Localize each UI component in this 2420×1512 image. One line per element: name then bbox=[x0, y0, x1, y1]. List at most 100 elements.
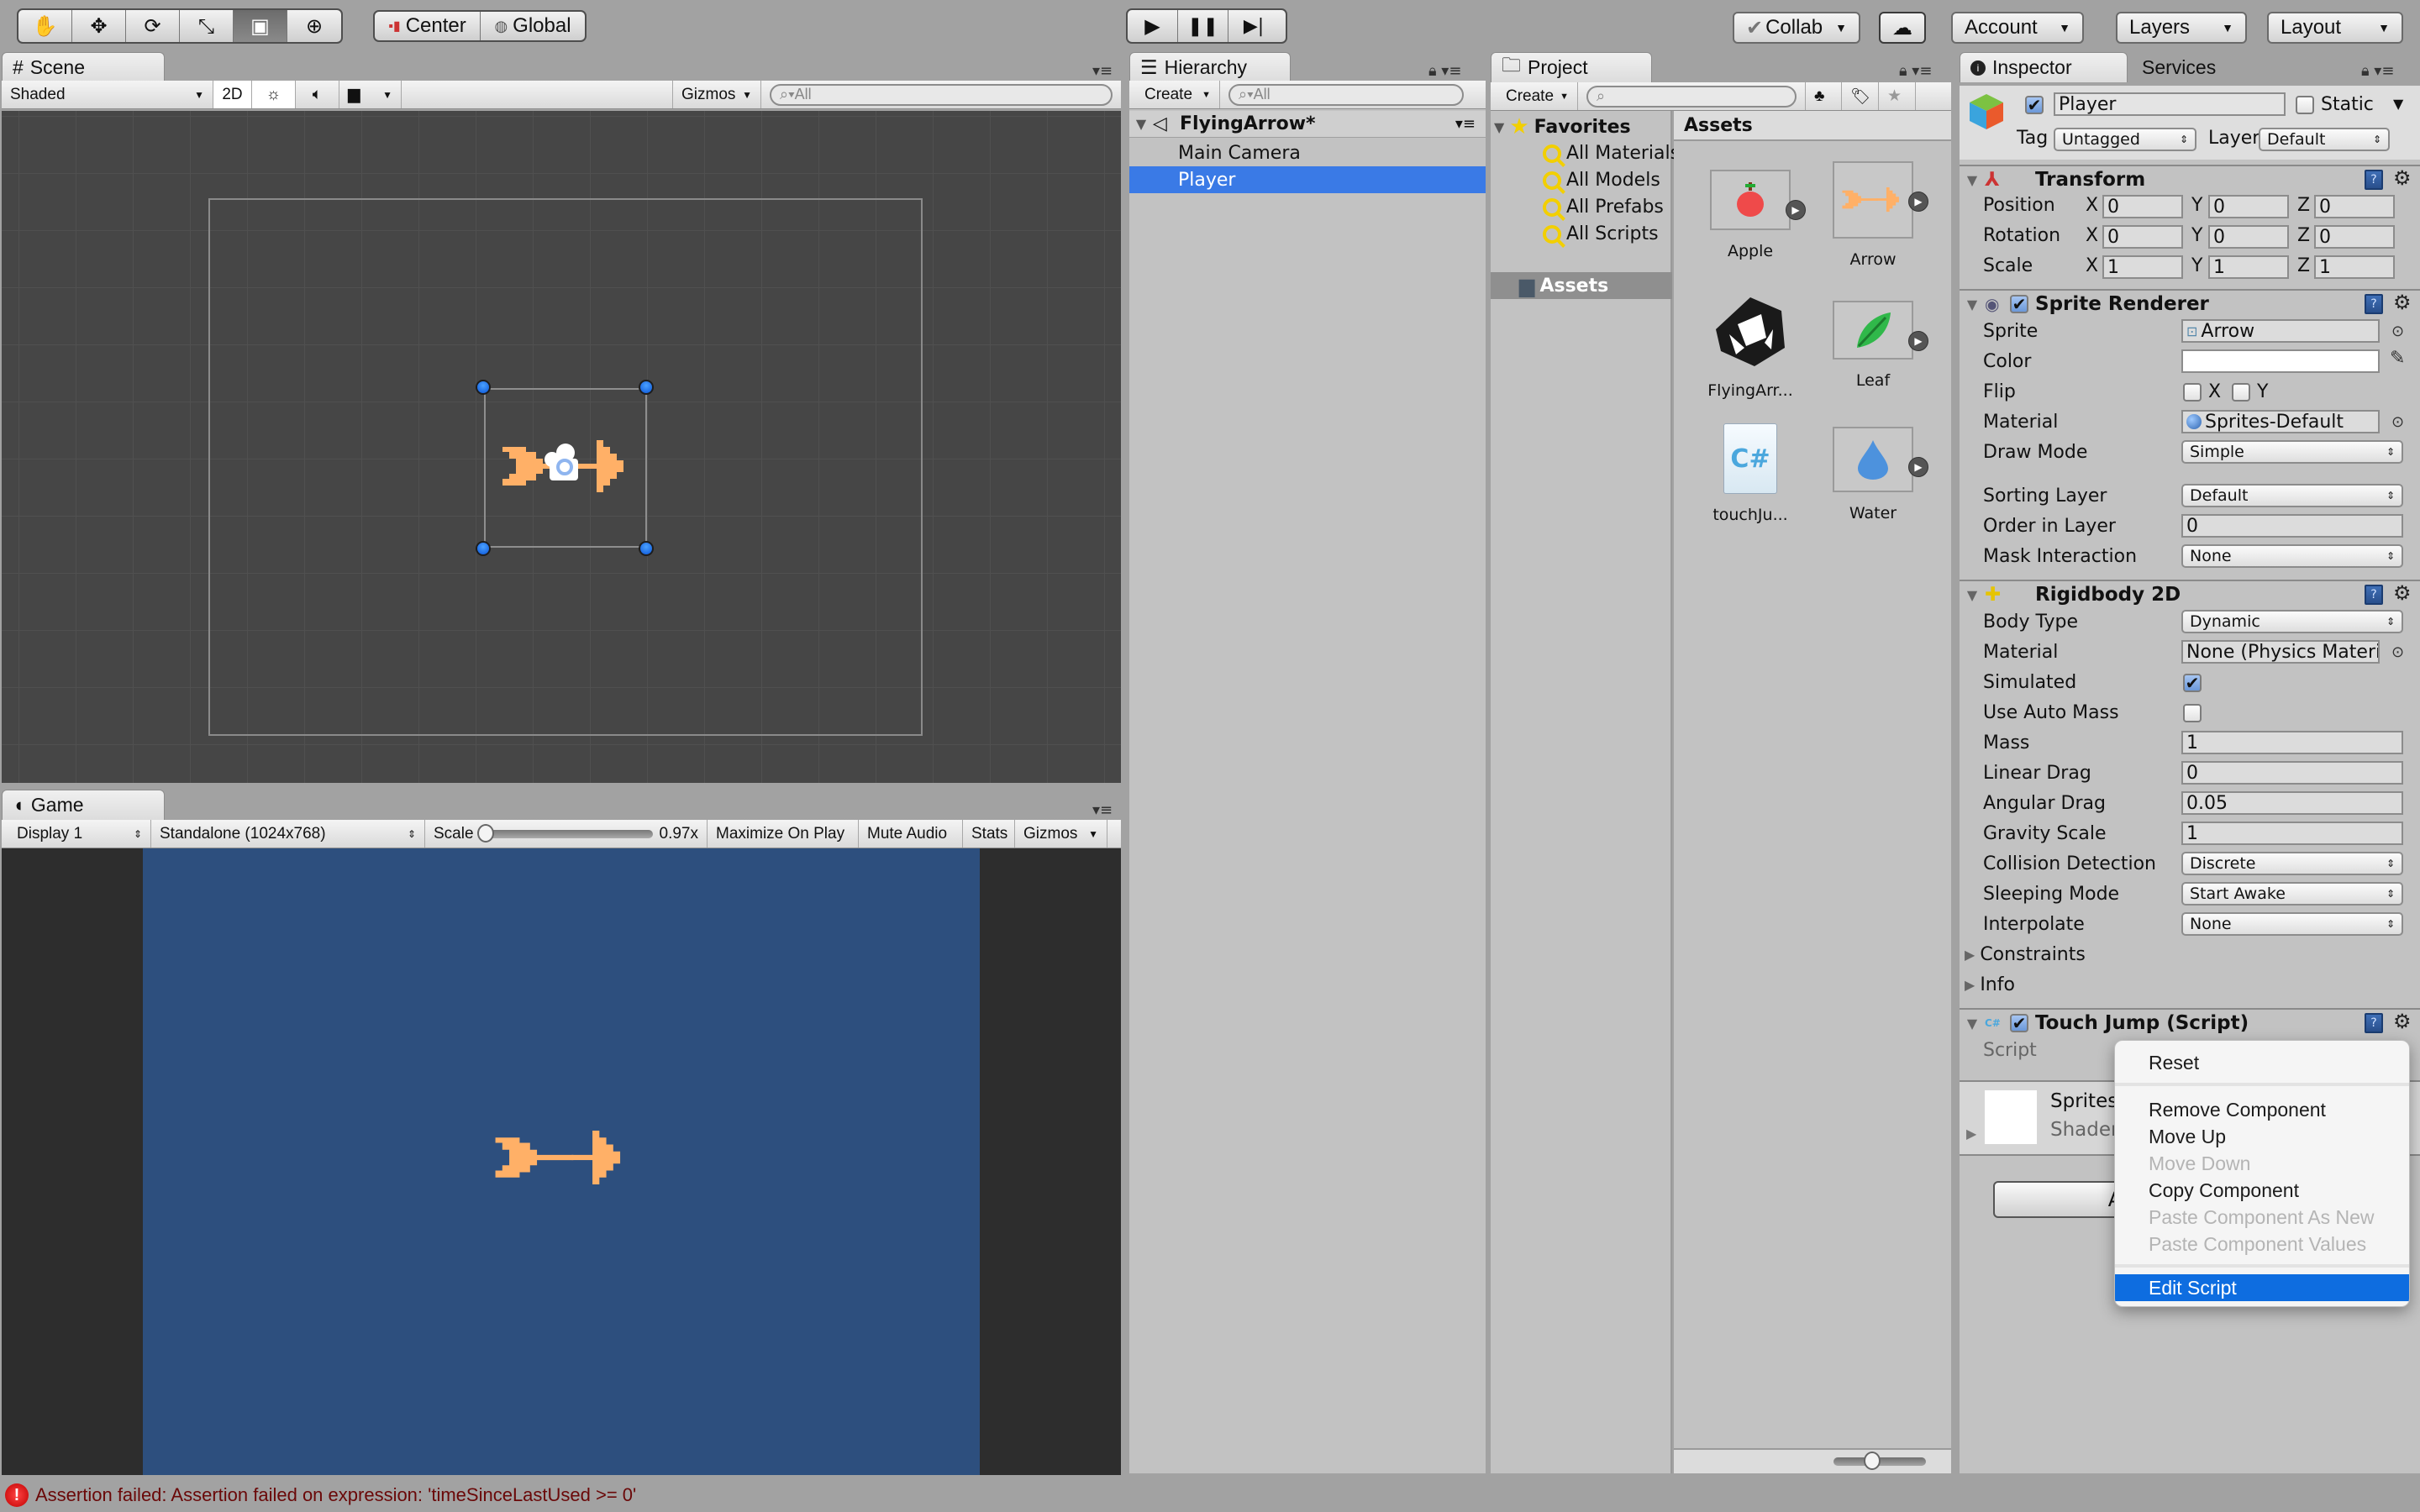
rect-tool-button[interactable]: ▣ bbox=[234, 10, 287, 42]
effects-dropdown[interactable]: ▆ ▼ bbox=[339, 81, 402, 108]
game-viewport[interactable] bbox=[2, 848, 1121, 1475]
help-icon[interactable]: ? bbox=[2365, 1013, 2383, 1033]
favorite-button[interactable]: ★ bbox=[1879, 82, 1916, 110]
tag-dropdown[interactable]: Untagged ⇕ bbox=[2054, 128, 2196, 151]
cloud-button[interactable]: ☁ bbox=[1879, 12, 1926, 44]
tab-game[interactable]: ◖ Game bbox=[2, 790, 165, 820]
filter-type-button[interactable]: ♣ bbox=[1805, 82, 1842, 110]
pivot-center-button[interactable]: ▪▮ Center bbox=[375, 12, 481, 40]
maximize-on-play-toggle[interactable]: Maximize On Play bbox=[708, 820, 859, 848]
gear-icon[interactable]: ⚙ bbox=[2393, 1010, 2412, 1033]
active-checkbox[interactable]: ✔ bbox=[2025, 95, 2044, 115]
color-field[interactable] bbox=[2181, 349, 2380, 373]
help-icon[interactable]: ? bbox=[2365, 585, 2383, 605]
2d-toggle[interactable]: 2D bbox=[213, 81, 252, 108]
object-name-input[interactable]: Player bbox=[2054, 92, 2286, 116]
audio-toggle[interactable]: 🔈︎ bbox=[296, 81, 339, 108]
tab-inspector[interactable]: i Inspector bbox=[1960, 52, 2128, 82]
mute-audio-toggle[interactable]: Mute Audio bbox=[859, 820, 963, 848]
rotation-x-input[interactable]: 0 bbox=[2102, 225, 2183, 249]
collision-detection-dropdown[interactable]: Discrete ⇕ bbox=[2181, 852, 2403, 875]
scene-menu-icon[interactable]: ▾≡ bbox=[1455, 115, 1476, 133]
sprite-renderer-enabled-checkbox[interactable]: ✔ bbox=[2010, 294, 2028, 314]
panel-menu-icon[interactable]: ▾≡ bbox=[1092, 62, 1113, 80]
scene-root[interactable]: ▼ ◁ FlyingArrow* ▾≡ bbox=[1129, 111, 1486, 138]
resize-handle[interactable] bbox=[476, 380, 491, 395]
resize-handle[interactable] bbox=[639, 541, 654, 556]
expand-triangle-icon[interactable]: ▼ bbox=[1960, 172, 1985, 188]
rotate-tool-button[interactable]: ⟳ bbox=[126, 10, 180, 42]
static-checkbox[interactable] bbox=[2296, 96, 2314, 114]
scale-x-input[interactable]: 1 bbox=[2102, 255, 2183, 279]
lock-icon[interactable]: 🔒︎ ▾≡ bbox=[1899, 62, 1932, 80]
info-foldout[interactable]: ▶ Info bbox=[1965, 974, 2015, 995]
panel-menu-icon[interactable]: ▾≡ bbox=[1092, 801, 1113, 819]
position-z-input[interactable]: 0 bbox=[2314, 195, 2395, 218]
rigidbody-header[interactable]: ▼ ✚ Rigidbody 2D bbox=[1960, 580, 2420, 608]
shading-mode-dropdown[interactable]: Shaded ▼ bbox=[2, 81, 213, 108]
transform-header[interactable]: ▼ ⅄ Transform bbox=[1960, 165, 2420, 193]
physics-material-field[interactable]: None (Physics Materia bbox=[2181, 640, 2380, 664]
favorite-item[interactable]: All Materials bbox=[1543, 143, 1680, 164]
angular-drag-input[interactable]: 0.05 bbox=[2181, 791, 2403, 815]
flip-y-checkbox[interactable] bbox=[2232, 383, 2250, 402]
play-button[interactable]: ▶ bbox=[1128, 10, 1178, 42]
tab-hierarchy[interactable]: ☰ Hierarchy bbox=[1129, 52, 1291, 82]
project-search-input[interactable]: ⌕ bbox=[1586, 85, 1797, 108]
script-enabled-checkbox[interactable]: ✔ bbox=[2010, 1013, 2028, 1033]
script-component-header[interactable]: ▼ C# ✔ Touch Jump (Script) bbox=[1960, 1008, 2420, 1037]
menu-item-reset[interactable]: Reset bbox=[2115, 1049, 2409, 1076]
play-icon[interactable]: ▶ bbox=[1908, 331, 1928, 351]
linear-drag-input[interactable]: 0 bbox=[2181, 761, 2403, 785]
resize-handle[interactable] bbox=[476, 541, 491, 556]
order-in-layer-input[interactable]: 0 bbox=[2181, 514, 2403, 538]
sorting-layer-dropdown[interactable]: Default ⇕ bbox=[2181, 484, 2403, 507]
collab-dropdown[interactable]: ✔ Collab ▼ bbox=[1733, 12, 1860, 44]
favorite-item[interactable]: All Models bbox=[1543, 170, 1660, 191]
hierarchy-create-button[interactable]: Create ▼ bbox=[1136, 81, 1220, 108]
play-icon[interactable]: ▶ bbox=[1908, 192, 1928, 212]
slider-thumb[interactable] bbox=[1864, 1452, 1881, 1470]
help-icon[interactable]: ? bbox=[2365, 170, 2383, 190]
asset-item[interactable]: ▶ Water bbox=[1818, 427, 1928, 522]
play-icon[interactable]: ▶ bbox=[1908, 457, 1928, 477]
display-dropdown[interactable]: Display 1 ⇕ bbox=[8, 820, 151, 848]
tab-project[interactable]: 🗀︎ Project bbox=[1491, 52, 1652, 82]
object-picker-icon[interactable]: ⊙ bbox=[2391, 323, 2404, 340]
scene-search-input[interactable]: ⌕▾ All bbox=[770, 83, 1113, 106]
camera-gizmo-icon[interactable] bbox=[544, 444, 588, 482]
expand-triangle-icon[interactable]: ▼ bbox=[1960, 297, 1985, 312]
mask-interaction-dropdown[interactable]: None ⇕ bbox=[2181, 544, 2403, 568]
filter-label-button[interactable]: 🏷︎ bbox=[1842, 82, 1879, 110]
rotation-y-input[interactable]: 0 bbox=[2208, 225, 2289, 249]
scale-tool-button[interactable]: ⤡ bbox=[180, 10, 234, 42]
mass-input[interactable]: 1 bbox=[2181, 731, 2403, 754]
expand-triangle-icon[interactable]: ▼ bbox=[1960, 587, 1985, 603]
tab-scene[interactable]: # Scene bbox=[2, 52, 165, 82]
help-icon[interactable]: ? bbox=[2365, 294, 2383, 314]
play-icon[interactable]: ▶ bbox=[1786, 200, 1806, 220]
favorite-item[interactable]: All Prefabs bbox=[1543, 197, 1664, 218]
asset-item[interactable]: ▶ Apple bbox=[1696, 170, 1806, 260]
expand-triangle-icon[interactable]: ▼ bbox=[1494, 119, 1504, 135]
asset-item[interactable]: ▶ Leaf bbox=[1818, 301, 1928, 390]
position-x-input[interactable]: 0 bbox=[2102, 195, 2183, 218]
draw-mode-dropdown[interactable]: Simple ⇕ bbox=[2181, 440, 2403, 464]
gear-icon[interactable]: ⚙ bbox=[2393, 581, 2412, 605]
stats-toggle[interactable]: Stats bbox=[963, 820, 1015, 848]
static-dropdown-icon[interactable]: ▼ bbox=[2393, 96, 2403, 112]
gravity-scale-input[interactable]: 1 bbox=[2181, 822, 2403, 845]
menu-item-edit-script[interactable]: Edit Script bbox=[2115, 1274, 2409, 1301]
tab-services[interactable]: Services bbox=[2131, 52, 2240, 82]
lighting-toggle[interactable]: ☼ bbox=[252, 81, 296, 108]
eyedropper-icon[interactable]: ✎ bbox=[2390, 348, 2405, 369]
layer-dropdown[interactable]: Default ⇕ bbox=[2259, 128, 2390, 151]
assets-folder[interactable]: ▆ Assets bbox=[1491, 272, 1672, 299]
step-button[interactable]: ▶| bbox=[1228, 10, 1279, 42]
move-tool-button[interactable]: ✥ bbox=[72, 10, 126, 42]
constraints-foldout[interactable]: ▶ Constraints bbox=[1965, 944, 2086, 965]
lock-icon[interactable]: 🔒︎ ▾≡ bbox=[2361, 62, 2394, 80]
scale-slider[interactable] bbox=[476, 823, 653, 843]
use-auto-mass-checkbox[interactable] bbox=[2183, 704, 2202, 722]
favorite-item[interactable]: All Scripts bbox=[1543, 223, 1659, 244]
